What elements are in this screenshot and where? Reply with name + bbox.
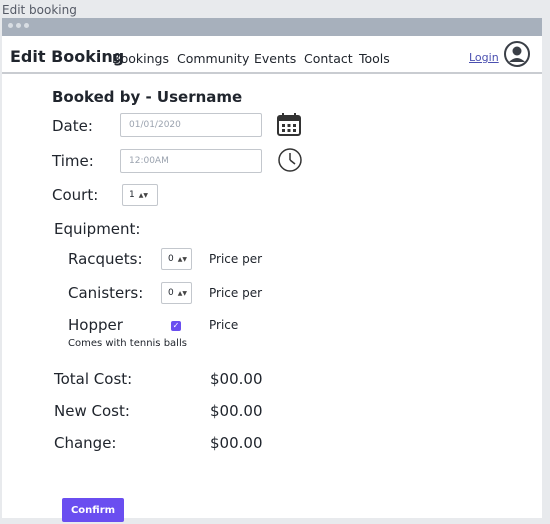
app-frame: Edit Booking Bookings Community Events C… (2, 18, 542, 522)
calendar-icon[interactable] (276, 111, 302, 137)
window-titlebar (2, 18, 542, 36)
window-dot-icon[interactable] (8, 23, 13, 28)
top-navbar: Edit Booking Bookings Community Events C… (2, 36, 542, 74)
date-label: Date: (52, 117, 93, 135)
nav-link-contact[interactable]: Contact (304, 51, 353, 66)
hopper-note: Comes with tennis balls (68, 338, 187, 349)
window-title: Edit booking (2, 3, 77, 17)
hopper-price: Price (209, 318, 239, 332)
date-input[interactable]: 01/01/2020 (120, 113, 262, 137)
canisters-price: Price per (209, 286, 263, 300)
canisters-label: Canisters: (68, 284, 144, 302)
hopper-label: Hopper (68, 316, 123, 334)
brand-title: Edit Booking (10, 47, 125, 66)
booking-form: Booked by - Username Date: 01/01/2020 Ti… (2, 76, 542, 522)
hopper-checkbox[interactable]: ✓ (171, 321, 181, 331)
canisters-value: 0 (168, 288, 174, 298)
window-dot-icon[interactable] (16, 23, 21, 28)
window-dot-icon[interactable] (24, 23, 29, 28)
racquets-select[interactable]: 0 ▲▼ (161, 248, 192, 270)
chevron-updown-icon: ▲▼ (177, 289, 187, 297)
court-value: 1 (129, 190, 135, 200)
clock-icon[interactable] (277, 147, 303, 173)
new-cost-value: $00.00 (210, 402, 263, 420)
time-label: Time: (52, 152, 94, 170)
total-cost-label: Total Cost: (54, 370, 133, 388)
chevron-updown-icon: ▲▼ (177, 255, 187, 263)
confirm-button[interactable]: Confirm (62, 498, 124, 522)
change-label: Change: (54, 434, 117, 452)
login-link[interactable]: Login (469, 51, 499, 64)
nav-link-community[interactable]: Community (177, 51, 249, 66)
nav-link-tools[interactable]: Tools (359, 51, 390, 66)
racquets-price: Price per (209, 252, 263, 266)
new-cost-label: New Cost: (54, 402, 130, 420)
window-controls (8, 23, 29, 28)
nav-link-events[interactable]: Events (254, 51, 296, 66)
court-label: Court: (52, 186, 99, 204)
time-input[interactable]: 12:00AM (120, 149, 262, 173)
court-select[interactable]: 1 ▲▼ (122, 184, 158, 206)
equipment-label: Equipment: (54, 220, 141, 238)
racquets-value: 0 (168, 254, 174, 264)
change-value: $00.00 (210, 434, 263, 452)
racquets-label: Racquets: (68, 250, 143, 268)
form-heading: Booked by - Username (52, 88, 243, 106)
canisters-select[interactable]: 0 ▲▼ (161, 282, 192, 304)
avatar-icon[interactable] (504, 41, 530, 67)
chevron-updown-icon: ▲▼ (138, 191, 148, 199)
nav-link-bookings[interactable]: Bookings (112, 51, 169, 66)
total-cost-value: $00.00 (210, 370, 263, 388)
